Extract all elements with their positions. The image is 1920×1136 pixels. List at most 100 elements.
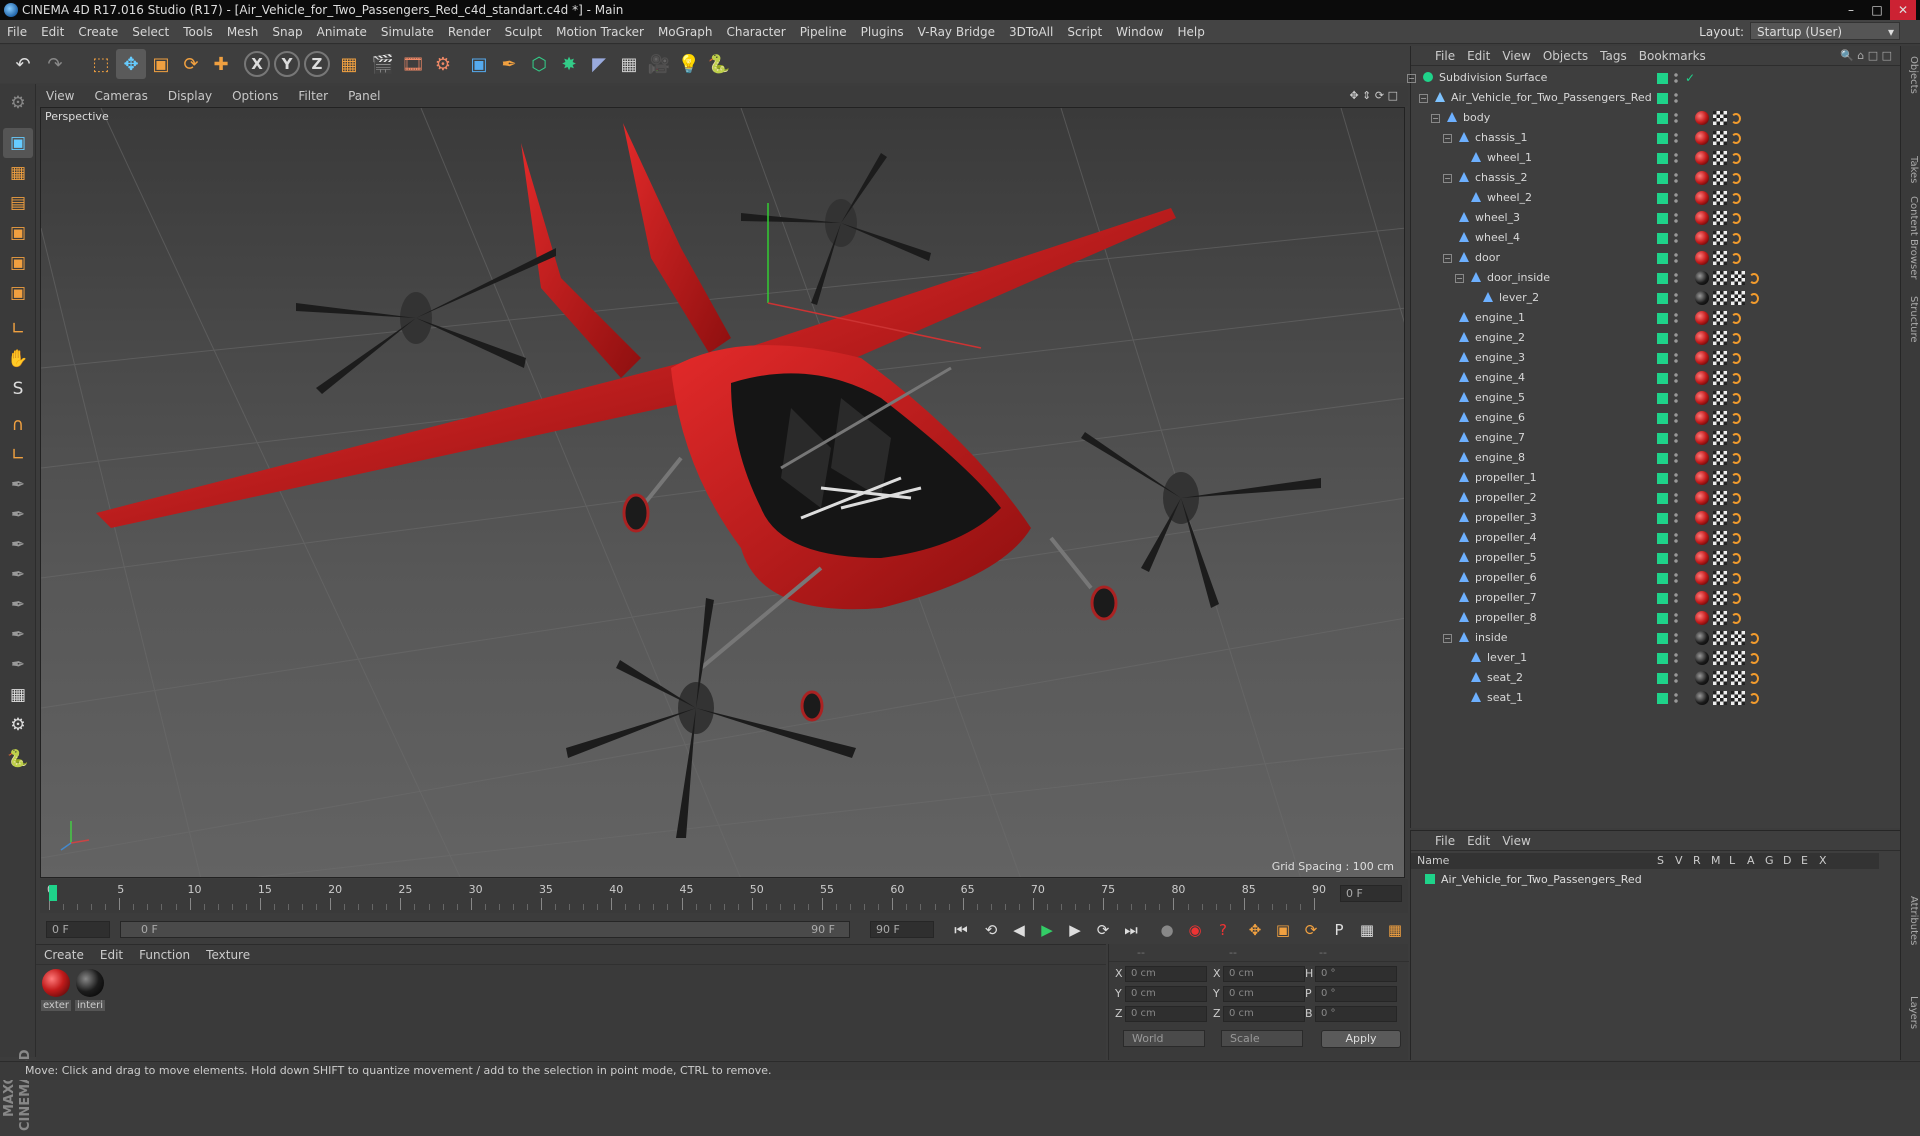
visibility-dots-icon[interactable] <box>1674 612 1678 624</box>
visibility-dots-icon[interactable] <box>1674 592 1678 604</box>
texture-mode-icon[interactable]: ▦ <box>3 158 33 188</box>
layer-color-swatch[interactable] <box>1657 373 1668 384</box>
grid-snap-icon[interactable]: ▦ <box>3 680 33 710</box>
menu-mograph[interactable]: MoGraph <box>651 20 720 44</box>
texture-tag-icon[interactable] <box>1713 631 1727 645</box>
phong-tag-icon[interactable] <box>1749 693 1759 704</box>
rotate-tool-icon[interactable]: ⟳ <box>176 49 206 79</box>
points-mode-icon[interactable]: ▣ <box>3 218 33 248</box>
z-axis-lock-icon[interactable]: Z <box>304 51 330 77</box>
side-tab-layers[interactable]: Layers <box>1903 996 1919 1029</box>
key-scale-icon[interactable]: ▣ <box>1272 919 1294 941</box>
object-row-engine-2[interactable]: engine_2 <box>1413 328 1901 348</box>
edges-mode-icon[interactable]: ▣ <box>3 248 33 278</box>
previous-key-icon[interactable]: ⟲ <box>980 919 1002 941</box>
material-menu-edit[interactable]: Edit <box>92 945 131 965</box>
object-row-door-inside[interactable]: − door_inside <box>1413 268 1901 288</box>
object-menu-view[interactable]: View <box>1496 46 1536 66</box>
phong-tag-icon[interactable] <box>1731 473 1741 484</box>
texture-tag-icon[interactable] <box>1731 651 1745 665</box>
layer-color-swatch[interactable] <box>1657 593 1668 604</box>
viewport-menu-filter[interactable]: Filter <box>288 86 338 106</box>
layer-color-swatch[interactable] <box>1657 213 1668 224</box>
menu-v-ray-bridge[interactable]: V-Ray Bridge <box>911 20 1002 44</box>
material-tag-icon[interactable] <box>1695 311 1709 325</box>
recent-tools-icon[interactable]: ✚ <box>206 49 236 79</box>
menu-file[interactable]: File <box>0 20 34 44</box>
play-icon[interactable]: ▶ <box>1036 919 1058 941</box>
material-tag-icon[interactable] <box>1695 591 1709 605</box>
coord-value-field[interactable]: 0 ° <box>1315 966 1397 982</box>
apply-button[interactable]: Apply <box>1321 1030 1401 1048</box>
texture-tag-icon[interactable] <box>1713 571 1727 585</box>
redo-icon[interactable]: ↷ <box>40 49 70 79</box>
coordinate-system-icon[interactable]: ▦ <box>334 49 364 79</box>
spline-pen-icon[interactable]: ✒ <box>494 49 524 79</box>
visibility-dots-icon[interactable] <box>1674 112 1678 124</box>
texture-tag-icon[interactable] <box>1713 311 1727 325</box>
visibility-dots-icon[interactable] <box>1674 532 1678 544</box>
texture-tag-icon[interactable] <box>1713 331 1727 345</box>
object-menu-file[interactable]: File <box>1429 46 1461 66</box>
material-menu-function[interactable]: Function <box>131 945 198 965</box>
menu-motion-tracker[interactable]: Motion Tracker <box>549 20 651 44</box>
visibility-dots-icon[interactable] <box>1674 232 1678 244</box>
layer-color-swatch[interactable] <box>1657 333 1668 344</box>
layer-color-swatch[interactable] <box>1657 413 1668 424</box>
object-row-lever-2[interactable]: lever_2 <box>1413 288 1901 308</box>
layer-row[interactable]: Air_Vehicle_for_Two_Passengers_Red <box>1411 871 1879 889</box>
texture-tag-icon[interactable] <box>1731 691 1745 705</box>
phong-tag-icon[interactable] <box>1731 313 1741 324</box>
object-row-engine-6[interactable]: engine_6 <box>1413 408 1901 428</box>
render-settings-icon[interactable]: ⚙ <box>428 49 458 79</box>
material-tag-icon[interactable] <box>1695 531 1709 545</box>
visibility-dots-icon[interactable] <box>1674 332 1678 344</box>
phong-tag-icon[interactable] <box>1731 493 1741 504</box>
key-position-icon[interactable]: ✥ <box>1244 919 1266 941</box>
layer-color-swatch[interactable] <box>1657 293 1668 304</box>
phong-tag-icon[interactable] <box>1731 613 1741 624</box>
texture-tag-icon[interactable] <box>1713 171 1727 185</box>
menu-character[interactable]: Character <box>719 20 792 44</box>
phong-tag-icon[interactable] <box>1731 253 1741 264</box>
layer-menu-file[interactable]: File <box>1429 831 1461 851</box>
visibility-dots-icon[interactable] <box>1674 292 1678 304</box>
layer-color-swatch[interactable] <box>1657 473 1668 484</box>
sculpt-inflate-icon[interactable]: ✒ <box>3 590 33 620</box>
texture-tag-icon[interactable] <box>1713 211 1727 225</box>
object-row-engine-7[interactable]: engine_7 <box>1413 428 1901 448</box>
object-row-propeller-3[interactable]: propeller_3 <box>1413 508 1901 528</box>
visibility-dots-icon[interactable] <box>1674 252 1678 264</box>
material-tag-icon[interactable] <box>1695 431 1709 445</box>
visibility-dots-icon[interactable] <box>1674 492 1678 504</box>
object-row-wheel-3[interactable]: wheel_3 <box>1413 208 1901 228</box>
y-axis-lock-icon[interactable]: Y <box>274 51 300 77</box>
phong-tag-icon[interactable] <box>1731 353 1741 364</box>
enabled-check-icon[interactable]: ✓ <box>1685 68 1695 88</box>
layer-menu-view[interactable]: View <box>1496 831 1536 851</box>
material-interi[interactable]: interi <box>75 967 105 1011</box>
layer-color-swatch[interactable] <box>1657 573 1668 584</box>
expand-toggle-icon[interactable]: − <box>1443 134 1452 143</box>
material-tag-icon[interactable] <box>1695 411 1709 425</box>
texture-tag-icon[interactable] <box>1713 671 1727 685</box>
object-row-propeller-1[interactable]: propeller_1 <box>1413 468 1901 488</box>
x-axis-lock-icon[interactable]: X <box>244 51 270 77</box>
expand-toggle-icon[interactable]: − <box>1443 634 1452 643</box>
viewport-menu-panel[interactable]: Panel <box>338 86 390 106</box>
material-tag-icon[interactable] <box>1695 131 1709 145</box>
visibility-dots-icon[interactable] <box>1674 672 1678 684</box>
live-selection-icon[interactable]: ⬚ <box>86 49 116 79</box>
tweak-mode-icon[interactable]: ✋ <box>3 344 33 374</box>
texture-tag-icon[interactable] <box>1713 471 1727 485</box>
material-tag-icon[interactable] <box>1695 111 1709 125</box>
light-icon[interactable]: 💡 <box>674 49 704 79</box>
phong-tag-icon[interactable] <box>1731 193 1741 204</box>
menu-render[interactable]: Render <box>441 20 498 44</box>
object-row-chassis-1[interactable]: − chassis_1 <box>1413 128 1901 148</box>
side-tab-takes[interactable]: Takes <box>1903 156 1919 183</box>
object-row-wheel-1[interactable]: wheel_1 <box>1413 148 1901 168</box>
next-key-icon[interactable]: ⟳ <box>1092 919 1114 941</box>
expand-toggle-icon[interactable]: − <box>1443 174 1452 183</box>
playhead-marker[interactable] <box>49 885 57 901</box>
